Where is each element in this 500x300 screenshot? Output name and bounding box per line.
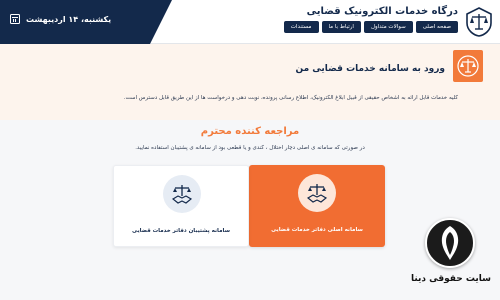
backup-system-card[interactable]: سامانه پشتیبان دفاتر خدمات قضایی <box>113 165 249 247</box>
watermark-text: سایت حقوقی دینا <box>410 274 492 284</box>
calendar-icon <box>10 14 20 24</box>
judiciary-emblem-icon <box>466 7 492 37</box>
handshake-scales-icon <box>298 174 336 212</box>
backup-system-label: سامانه پشتیبان دفاتر خدمات قضایی <box>132 228 230 234</box>
handshake-scales-icon <box>163 175 201 213</box>
main-system-label: سامانه اصلی دفاتر خدمات قضایی <box>271 227 363 233</box>
menu-item-docs[interactable]: مستندات <box>283 21 319 33</box>
intro-title: ورود به سامانه خدمات قضایی من <box>295 64 446 74</box>
date-panel: یکشنبه، ۱۴ اردیبهشت <box>0 0 172 44</box>
menu-item-faq[interactable]: سوالات متداول <box>363 21 413 33</box>
main-system-card[interactable]: سامانه اصلی دفاتر خدمات قضایی <box>249 165 385 247</box>
current-date: یکشنبه، ۱۴ اردیبهشت <box>26 15 112 24</box>
intro-banner: ورود به سامانه خدمات قضایی من کلیه خدمات… <box>0 44 500 120</box>
referral-title: مراجعه کننده محترم <box>200 126 300 137</box>
menu-item-home[interactable]: صفحه اصلی <box>415 21 458 33</box>
scales-icon <box>453 50 483 82</box>
site-title: درگاه خدمات الکترونیک قضایی <box>306 6 458 17</box>
dina-logo-icon <box>425 218 475 268</box>
referral-subtitle: در صورتی که سامانه ی اصلی دچار اختلال ، … <box>135 145 365 151</box>
menu-item-contact[interactable]: ارتباط با ما <box>321 21 361 33</box>
main-menu: صفحه اصلی سوالات متداول ارتباط با ما مست… <box>283 21 458 33</box>
site-header: یکشنبه، ۱۴ اردیبهشت درگاه خدمات الکترونی… <box>0 0 500 44</box>
intro-description: کلیه خدمات قابل ارائه به اشخاص حقیقی از … <box>123 95 458 101</box>
